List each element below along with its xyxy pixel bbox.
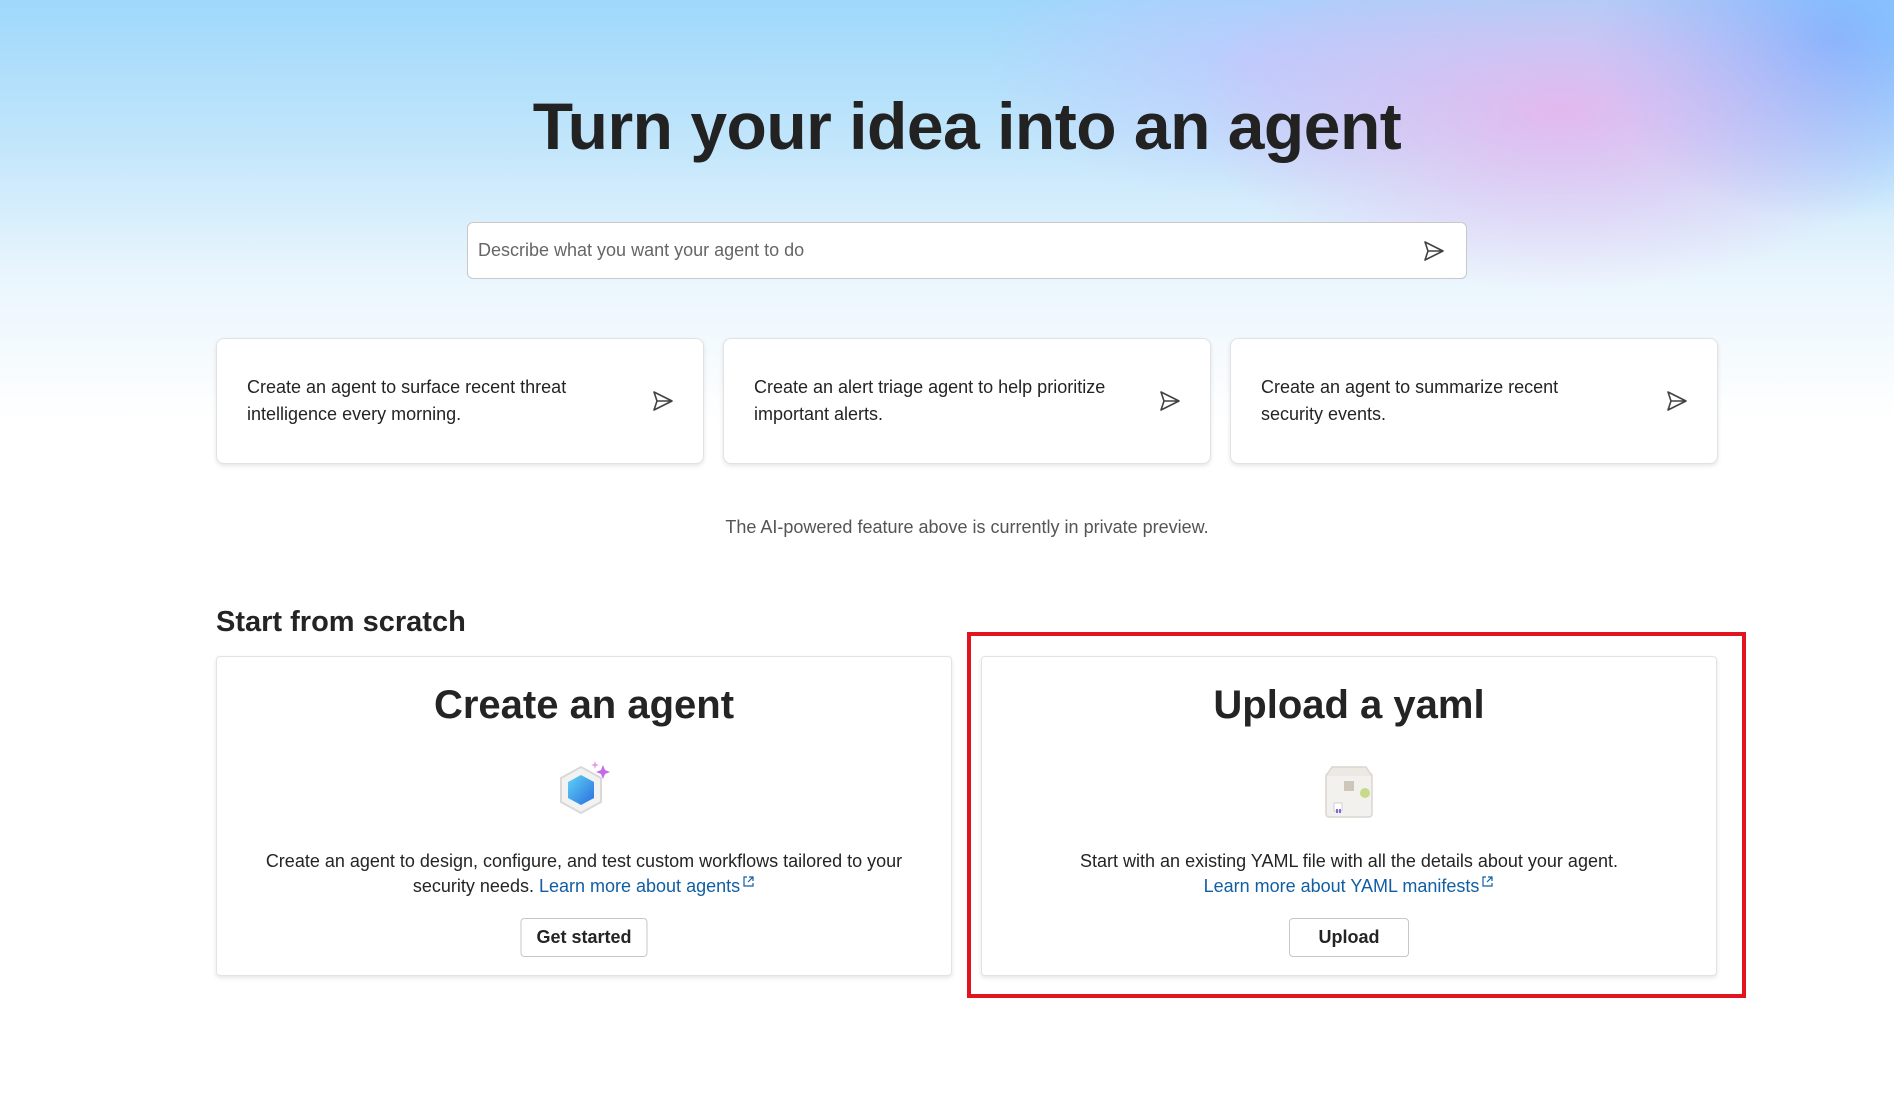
section-heading: Start from scratch [216, 606, 466, 638]
send-button[interactable] [1414, 231, 1454, 271]
learn-more-yaml-link[interactable]: Learn more about YAML manifests [1204, 876, 1495, 896]
external-link-icon [743, 876, 754, 887]
learn-more-agents-link[interactable]: Learn more about agents [539, 876, 755, 896]
create-agent-card: Create an agent Create an agent to desig… [216, 656, 952, 976]
suggestion-list: Create an agent to surface recent threat… [216, 338, 1718, 464]
preview-note: The AI-powered feature above is currentl… [725, 517, 1209, 537]
yaml-package-icon [1325, 766, 1373, 818]
agent-hexagon-icon [560, 761, 610, 815]
get-started-button[interactable]: Get started [520, 918, 648, 957]
suggestion-text: Create an agent to surface recent threat… [247, 377, 567, 424]
upload-button[interactable]: Upload [1289, 918, 1409, 957]
card-title: Upload a yaml [1213, 683, 1485, 727]
send-icon [653, 391, 673, 411]
suggestion-card-threat-intel[interactable]: Create an agent to surface recent threat… [216, 338, 704, 464]
send-icon [1424, 240, 1444, 261]
agent-description-input[interactable] [478, 240, 1414, 261]
card-description: Create an agent to design, configure, an… [265, 851, 903, 896]
suggestion-card-alert-triage[interactable]: Create an alert triage agent to help pri… [723, 338, 1211, 464]
send-icon [1667, 391, 1687, 411]
suggestion-text: Create an agent to summarize recent secu… [1261, 377, 1559, 424]
external-link-icon [1482, 876, 1494, 887]
card-description: Start with an existing YAML file with al… [1080, 851, 1618, 896]
suggestion-text: Create an alert triage agent to help pri… [754, 377, 1106, 424]
card-title: Create an agent [433, 683, 735, 727]
page-title: Turn your idea into an agent [532, 89, 1402, 163]
upload-yaml-card: Upload a yaml Start with an existing YAM… [981, 656, 1717, 976]
prompt-box [467, 222, 1467, 279]
send-icon [1160, 391, 1180, 411]
suggestion-card-security-events[interactable]: Create an agent to summarize recent secu… [1230, 338, 1718, 464]
